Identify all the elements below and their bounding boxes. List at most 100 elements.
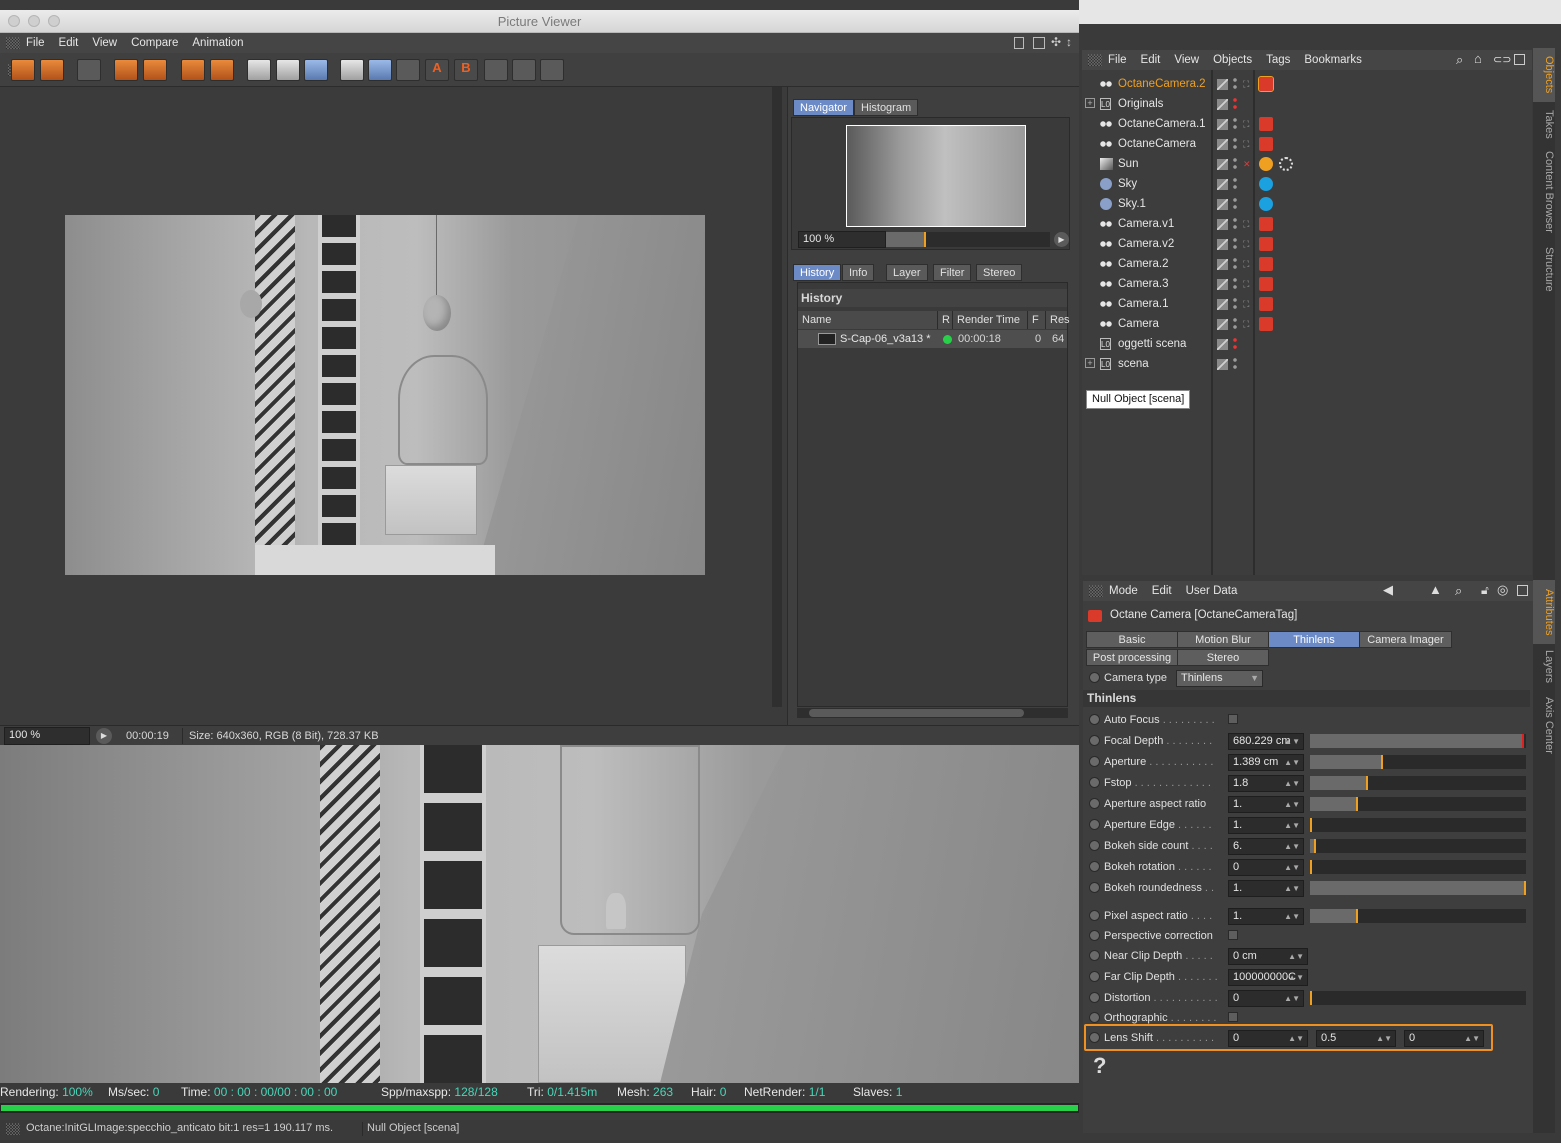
attr-slider[interactable] [1310,839,1526,853]
attr-slider[interactable] [1310,818,1526,832]
minimize-window-button[interactable] [28,15,40,27]
side-tab-takes[interactable]: Takes [1533,104,1555,144]
layer-visibility-icon[interactable] [1217,299,1228,310]
col-res[interactable]: Res [1046,311,1070,329]
attr-slider[interactable] [1310,797,1526,811]
tab-stereo-attr[interactable]: Stereo [1177,649,1269,666]
octane-camera-tag-icon[interactable] [1259,237,1273,251]
object-name[interactable]: OctaneCamera.2 [1118,74,1206,94]
link-icon[interactable]: ⊂⊃ [1493,53,1511,66]
side-tab-content-browser[interactable]: Content Browser [1533,146,1555,238]
octane-camera-tag-icon[interactable] [1259,277,1273,291]
layer-visibility-icon[interactable] [1217,219,1228,230]
layer-visibility-icon[interactable] [1217,99,1228,110]
vertical-scrollbar[interactable] [772,87,782,707]
menu-compare[interactable]: Compare [131,37,178,49]
save-file-icon[interactable] [40,59,64,81]
expand-panel-icon[interactable] [1514,54,1525,65]
target-icon[interactable]: ◎ [1497,582,1508,598]
om-grip-icon[interactable] [1088,54,1102,66]
region-render-icon[interactable] [114,59,138,81]
animate-radio-icon[interactable] [1089,714,1100,725]
object-name[interactable]: Sky [1118,174,1137,194]
target-tag-icon[interactable]: ⛶ [1243,257,1253,271]
object-row[interactable]: + L0 Originals [1082,94,1532,114]
object-row[interactable]: Sky [1082,174,1532,194]
attr-slider[interactable] [1310,991,1526,1005]
object-row[interactable]: + L0 scena [1082,354,1532,374]
object-row[interactable]: Camera.1 ⛶ [1082,294,1532,314]
octane-camera-tag-icon[interactable] [1259,317,1273,331]
tab-info[interactable]: Info [842,264,875,281]
camera-type-radio[interactable] [1089,672,1100,683]
col-r[interactable]: R [938,311,953,329]
layer-visibility-icon[interactable] [1217,339,1228,350]
window-title-bar[interactable]: Picture Viewer [0,10,1079,33]
editor-render-dots-icon[interactable] [1233,337,1237,351]
move-icon[interactable]: ✣ [1051,35,1061,49]
render-view-area[interactable] [0,87,787,725]
octane-camera-tag-icon[interactable] [1259,217,1273,231]
attr-value-field[interactable]: 6. ▲▼ [1228,838,1304,855]
sky-tag-icon[interactable] [1259,197,1273,211]
am-grip-icon[interactable] [1089,585,1103,597]
object-name[interactable]: Sun [1118,154,1138,174]
view-single-icon[interactable] [247,59,271,81]
ab-compare-icon[interactable] [340,59,364,81]
am-expand-icon[interactable] [1517,585,1528,596]
object-row[interactable]: OctaneCamera.1 ⛶ [1082,114,1532,134]
animate-radio-icon[interactable] [1089,882,1100,893]
animate-radio-icon[interactable] [1089,840,1100,851]
octane-camera-tag-icon[interactable] [1258,76,1274,92]
object-name[interactable]: oggetti scena [1118,334,1186,354]
octane-live-viewer-image[interactable] [0,745,1079,1083]
sky-tag-icon[interactable] [1259,177,1273,191]
col-render-time[interactable]: Render Time [953,311,1028,329]
lock-icon[interactable]: 🔓︎ [1481,583,1489,598]
attr-value-field[interactable]: 0 ▲▼ [1228,990,1304,1007]
layer-3-icon[interactable] [540,59,564,81]
editor-render-dots-icon[interactable] [1233,97,1237,111]
tab-filter[interactable]: Filter [933,264,972,281]
menu-animation[interactable]: Animation [192,37,243,49]
open-file-icon[interactable] [11,59,35,81]
animate-radio-icon[interactable] [1089,798,1100,809]
editor-render-dots-icon[interactable] [1233,77,1237,91]
col-name[interactable]: Name [798,311,938,329]
attr-value-field[interactable]: 1. ▲▼ [1228,796,1304,813]
layer-1-icon[interactable] [484,59,508,81]
section-thinlens[interactable]: Thinlens [1083,690,1530,707]
layer-visibility-icon[interactable] [1217,79,1228,90]
target-tag-icon[interactable]: ⛶ [1243,317,1253,331]
object-name[interactable]: Camera.v1 [1118,214,1174,234]
grip-icon[interactable] [6,37,20,49]
animate-radio-icon[interactable] [1089,910,1100,921]
octane-camera-tag-icon[interactable] [1259,117,1273,131]
expand-toggle-icon[interactable]: + [1085,358,1095,368]
target-tag-icon[interactable]: ⛶ [1243,237,1253,251]
target-tag-icon[interactable]: ⛶ [1243,277,1253,291]
attr-slider[interactable] [1310,909,1526,923]
sun-tag-icon[interactable] [1259,157,1273,171]
editor-render-dots-icon[interactable] [1233,357,1237,371]
zoom-field[interactable]: 100 % [4,727,90,745]
object-name[interactable]: Camera.3 [1118,274,1169,294]
object-row[interactable]: Camera.v2 ⛶ [1082,234,1532,254]
editor-render-dots-icon[interactable] [1233,177,1237,191]
grid-icon[interactable] [77,59,101,81]
attr-checkbox[interactable] [1228,714,1238,724]
attr-checkbox[interactable] [1228,930,1238,940]
attr-slider[interactable] [1310,755,1526,769]
target-tag-icon[interactable]: ⛶ [1243,297,1253,311]
attr-value-field[interactable]: 0 cm ▲▼ [1228,948,1308,965]
tab-motion-blur[interactable]: Motion Blur [1177,631,1269,648]
tab-histogram[interactable]: Histogram [854,99,919,116]
editor-render-dots-icon[interactable] [1233,137,1237,151]
tab-camera-imager[interactable]: Camera Imager [1359,631,1452,648]
layer-visibility-icon[interactable] [1217,199,1228,210]
history-scrollbar[interactable] [797,708,1068,718]
editor-render-dots-icon[interactable] [1233,157,1237,171]
layer-2-icon[interactable] [512,59,536,81]
side-tab-layers[interactable]: Layers [1533,646,1555,688]
am-menu-edit[interactable]: Edit [1152,585,1172,597]
